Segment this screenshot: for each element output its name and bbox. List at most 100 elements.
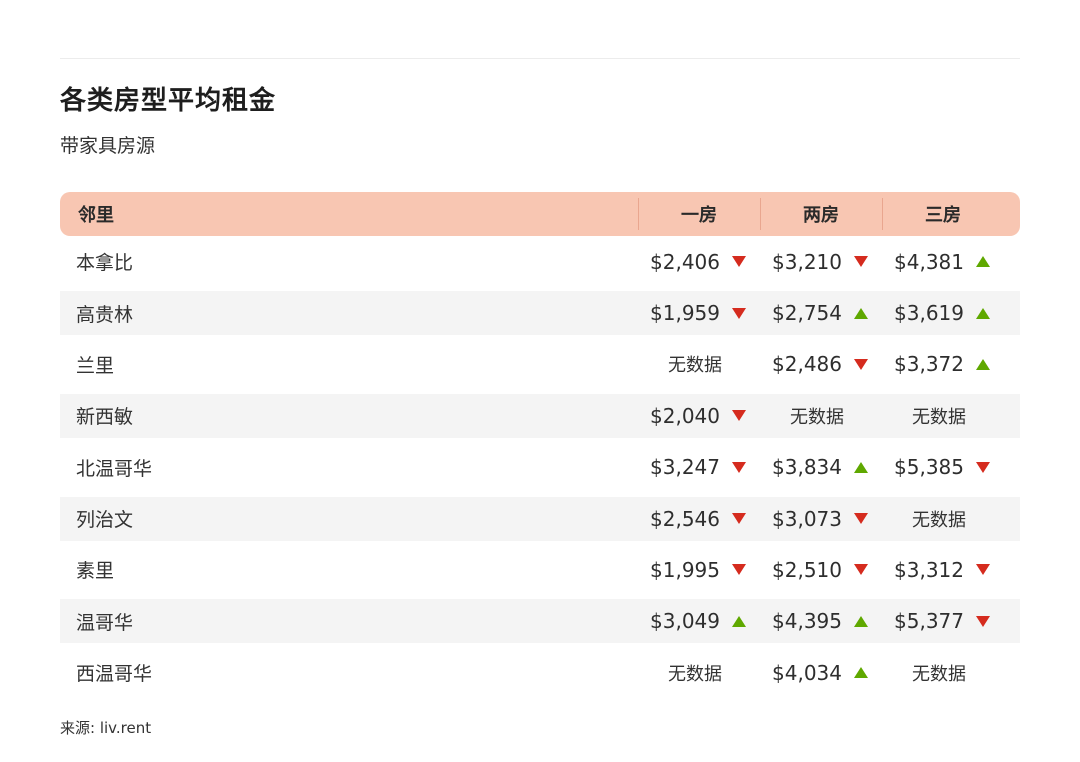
rent-cell: $2,510 bbox=[760, 558, 882, 582]
column-header-3br: 三房 bbox=[882, 192, 1004, 236]
rent-value: $5,385 bbox=[894, 455, 964, 480]
page-title: 各类房型平均租金 bbox=[60, 86, 277, 116]
rent-cell: $2,486 bbox=[760, 352, 882, 376]
trend-up-icon bbox=[976, 256, 990, 268]
rent-cell: $2,754 bbox=[760, 301, 882, 325]
neighborhood-name: 素里 bbox=[76, 560, 115, 583]
trend-down-icon bbox=[854, 358, 868, 370]
table-row: 北温哥华 $3,247 $3,834 $5,385 bbox=[60, 442, 1020, 493]
rent-cell: $4,395 bbox=[760, 609, 882, 633]
rent-cell: $3,210 bbox=[760, 250, 882, 274]
rent-cell: $3,372 bbox=[882, 352, 1004, 376]
rent-cell: $1,995 bbox=[638, 558, 760, 582]
rent-cell: $3,247 bbox=[638, 455, 760, 479]
table-row: 素里 $1,995 $2,510 $3,312 bbox=[60, 544, 1020, 595]
rent-cell: $3,619 bbox=[882, 301, 1004, 325]
trend-down-icon bbox=[732, 256, 746, 268]
rent-value: $4,381 bbox=[894, 249, 964, 274]
trend-down-icon bbox=[732, 307, 746, 319]
rent-value: $2,406 bbox=[650, 249, 720, 274]
trend-up-icon bbox=[976, 307, 990, 319]
table-header: 邻里 一房 两房 三房 bbox=[60, 192, 1020, 236]
rent-cell: $4,034 bbox=[760, 661, 882, 685]
rent-value: $3,312 bbox=[894, 557, 964, 582]
trend-down-icon bbox=[976, 564, 990, 576]
rent-cell: $3,312 bbox=[882, 558, 1004, 582]
neighborhood-name: 高贵林 bbox=[76, 303, 134, 326]
trend-down-icon bbox=[854, 256, 868, 268]
no-data-label: 无数据 bbox=[912, 663, 966, 685]
rent-value: $4,395 bbox=[772, 609, 842, 634]
table-row: 新西敏 $2,040 无数据 无数据 bbox=[60, 393, 1020, 438]
source-note: 来源: liv.rent bbox=[60, 719, 152, 737]
rent-value: $2,510 bbox=[772, 557, 842, 582]
trend-down-icon bbox=[732, 461, 746, 473]
rent-value: $4,034 bbox=[772, 660, 842, 685]
no-data-label: 无数据 bbox=[668, 663, 722, 685]
no-data-label: 无数据 bbox=[790, 406, 844, 428]
table-row: 兰里 无数据 $2,486 $3,372 bbox=[60, 339, 1020, 390]
page-subtitle: 带家具房源 bbox=[60, 135, 156, 157]
rent-value: $2,486 bbox=[772, 352, 842, 377]
rent-value: $3,619 bbox=[894, 301, 964, 326]
rent-value: $3,834 bbox=[772, 455, 842, 480]
no-data-label: 无数据 bbox=[912, 509, 966, 531]
trend-down-icon bbox=[854, 564, 868, 576]
neighborhood-name: 北温哥华 bbox=[76, 457, 153, 480]
rent-cell: 无数据 bbox=[882, 660, 1004, 686]
table-row: 温哥华 $3,049 $4,395 $5,377 bbox=[60, 599, 1020, 644]
rent-cell: $3,049 bbox=[638, 609, 760, 633]
rent-cell: 无数据 bbox=[638, 351, 760, 377]
trend-up-icon bbox=[854, 667, 868, 679]
trend-down-icon bbox=[976, 615, 990, 627]
neighborhood-name: 本拿比 bbox=[76, 252, 134, 275]
rent-cell: $1,959 bbox=[638, 301, 760, 325]
table-row: 本拿比 $2,406 $3,210 $4,381 bbox=[60, 236, 1020, 287]
rent-cell: $3,834 bbox=[760, 455, 882, 479]
no-data-label: 无数据 bbox=[912, 406, 966, 428]
neighborhood-name: 温哥华 bbox=[76, 611, 134, 634]
trend-down-icon bbox=[732, 513, 746, 525]
rent-value: $2,546 bbox=[650, 506, 720, 531]
rent-cell: $5,385 bbox=[882, 455, 1004, 479]
neighborhood-name: 列治文 bbox=[76, 509, 134, 532]
column-header-1br: 一房 bbox=[638, 192, 760, 236]
neighborhood-name: 西温哥华 bbox=[76, 663, 153, 686]
rent-cell: 无数据 bbox=[882, 403, 1004, 429]
trend-up-icon bbox=[854, 307, 868, 319]
trend-up-icon bbox=[732, 615, 746, 627]
table-row: 列治文 $2,546 $3,073 无数据 bbox=[60, 496, 1020, 541]
table-body: 本拿比 $2,406 $3,210 $4,381 高贵林 $1,959 $2,754 $3,6… bbox=[60, 236, 1020, 698]
column-header-neighborhood: 邻里 bbox=[78, 205, 114, 226]
rent-value: $1,959 bbox=[650, 301, 720, 326]
neighborhood-name: 兰里 bbox=[76, 354, 115, 377]
rent-value: $5,377 bbox=[894, 609, 964, 634]
rent-value: $3,073 bbox=[772, 506, 842, 531]
rent-cell: 无数据 bbox=[760, 403, 882, 429]
rent-cell: 无数据 bbox=[638, 660, 760, 686]
table-row: 西温哥华 无数据 $4,034 无数据 bbox=[60, 647, 1020, 698]
trend-up-icon bbox=[854, 461, 868, 473]
rent-cell: $3,073 bbox=[760, 507, 882, 531]
column-header-2br: 两房 bbox=[760, 192, 882, 236]
rent-cell: 无数据 bbox=[882, 506, 1004, 532]
table-row: 高贵林 $1,959 $2,754 $3,619 bbox=[60, 291, 1020, 336]
trend-down-icon bbox=[854, 513, 868, 525]
trend-down-icon bbox=[976, 461, 990, 473]
trend-down-icon bbox=[732, 410, 746, 422]
rent-value: $1,995 bbox=[650, 557, 720, 582]
rent-value: $3,210 bbox=[772, 249, 842, 274]
rent-cell: $2,546 bbox=[638, 507, 760, 531]
rent-cell: $5,377 bbox=[882, 609, 1004, 633]
trend-up-icon bbox=[976, 358, 990, 370]
no-data-label: 无数据 bbox=[668, 355, 722, 377]
rent-value: $3,247 bbox=[650, 455, 720, 480]
rent-cell: $2,406 bbox=[638, 250, 760, 274]
neighborhood-name: 新西敏 bbox=[76, 406, 134, 429]
rent-table: 邻里 一房 两房 三房 本拿比 $2,406 $3,210 $4,381 高贵林 $1,9… bbox=[60, 192, 1020, 698]
top-divider bbox=[60, 58, 1020, 59]
trend-up-icon bbox=[854, 615, 868, 627]
rent-value: $3,372 bbox=[894, 352, 964, 377]
rent-cell: $4,381 bbox=[882, 250, 1004, 274]
trend-down-icon bbox=[732, 564, 746, 576]
